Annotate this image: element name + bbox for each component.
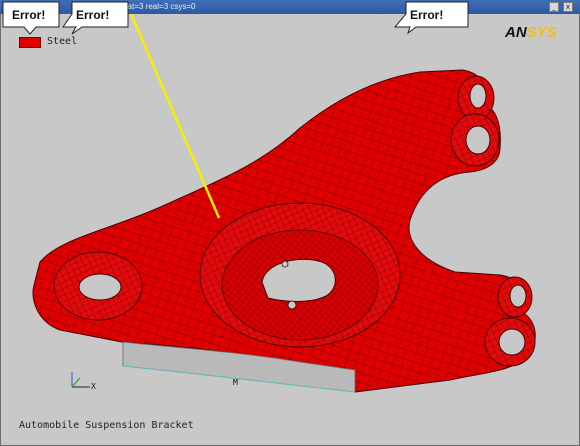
logo-suffix: SYS [526,24,557,41]
ansys-logo: ANSYS [505,24,557,41]
bottom-right-hole [498,328,526,356]
error-callout-2-label: Error! [76,8,110,22]
error-callout-2: Error! [62,1,129,35]
axis-x-label: X [91,382,96,391]
error-callout-3: Error! [394,1,470,35]
titlebar-text: mat=3 real=3 csys=0 [121,2,196,11]
top-right-hole [465,125,491,155]
minimize-button[interactable]: _ [549,2,559,12]
logo-prefix: AN [505,24,527,41]
legend-label-steel: Steel [47,36,78,47]
suspension-bracket-model[interactable] [0,0,580,446]
error-callout-1: Error! [2,1,60,35]
close-button[interactable]: x [563,2,573,12]
coordinate-triad [71,372,90,388]
leader-line [124,1,221,219]
annotation-marker: M [233,378,238,387]
model-caption: Automobile Suspension Bracket [19,420,194,431]
legend-swatch-steel [19,37,41,48]
error-callout-3-label: Error! [410,8,444,22]
left-eye-hole [78,273,122,301]
error-callout-1-label: Error! [12,8,46,22]
